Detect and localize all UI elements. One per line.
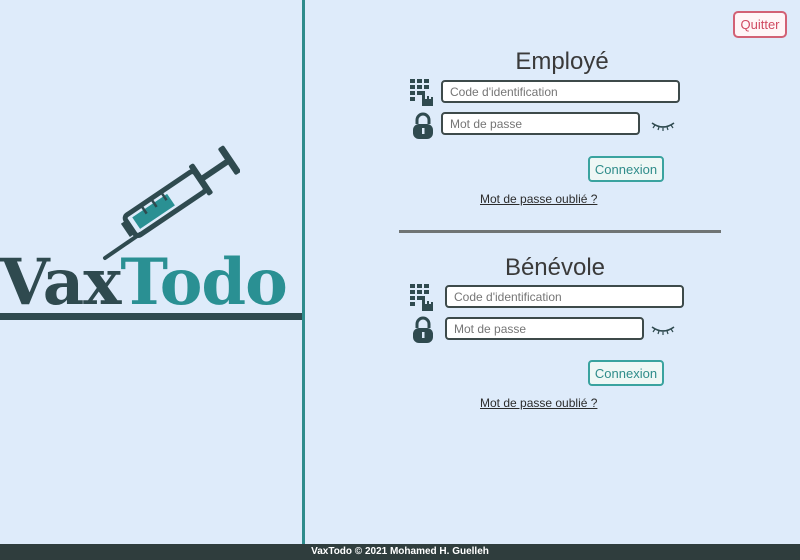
benevole-id-input[interactable]: [445, 285, 684, 308]
employe-title: Employé: [515, 48, 609, 75]
quit-button[interactable]: Quitter: [733, 11, 787, 38]
keypad-icon: [410, 79, 433, 106]
section-divider: [399, 230, 721, 233]
logo-underline: [0, 313, 302, 320]
keypad-icon: [410, 284, 433, 311]
lock-icon: [413, 112, 433, 139]
logo-part-todo: Todo: [120, 245, 287, 320]
logo-wordmark: VaxTodo: [0, 248, 302, 318]
vertical-divider: [302, 0, 305, 544]
footer: VaxTodo © 2021 Mohamed H. Guelleh: [0, 544, 800, 560]
employe-connect-button[interactable]: Connexion: [588, 156, 664, 182]
employe-password-input[interactable]: [441, 112, 640, 135]
eye-closed-icon[interactable]: [651, 120, 675, 132]
logo-area: VaxTodo: [0, 0, 302, 544]
logo-part-vax: Vax: [0, 245, 121, 320]
benevole-forgot-password-link[interactable]: Mot de passe oublié ?: [480, 396, 597, 410]
benevole-password-input[interactable]: [445, 317, 644, 340]
employe-forgot-password-link[interactable]: Mot de passe oublié ?: [480, 192, 597, 206]
benevole-connect-button[interactable]: Connexion: [588, 360, 664, 386]
lock-icon: [413, 316, 433, 343]
eye-closed-icon[interactable]: [651, 324, 675, 336]
benevole-title: Bénévole: [504, 254, 606, 281]
employe-id-input[interactable]: [441, 80, 680, 103]
